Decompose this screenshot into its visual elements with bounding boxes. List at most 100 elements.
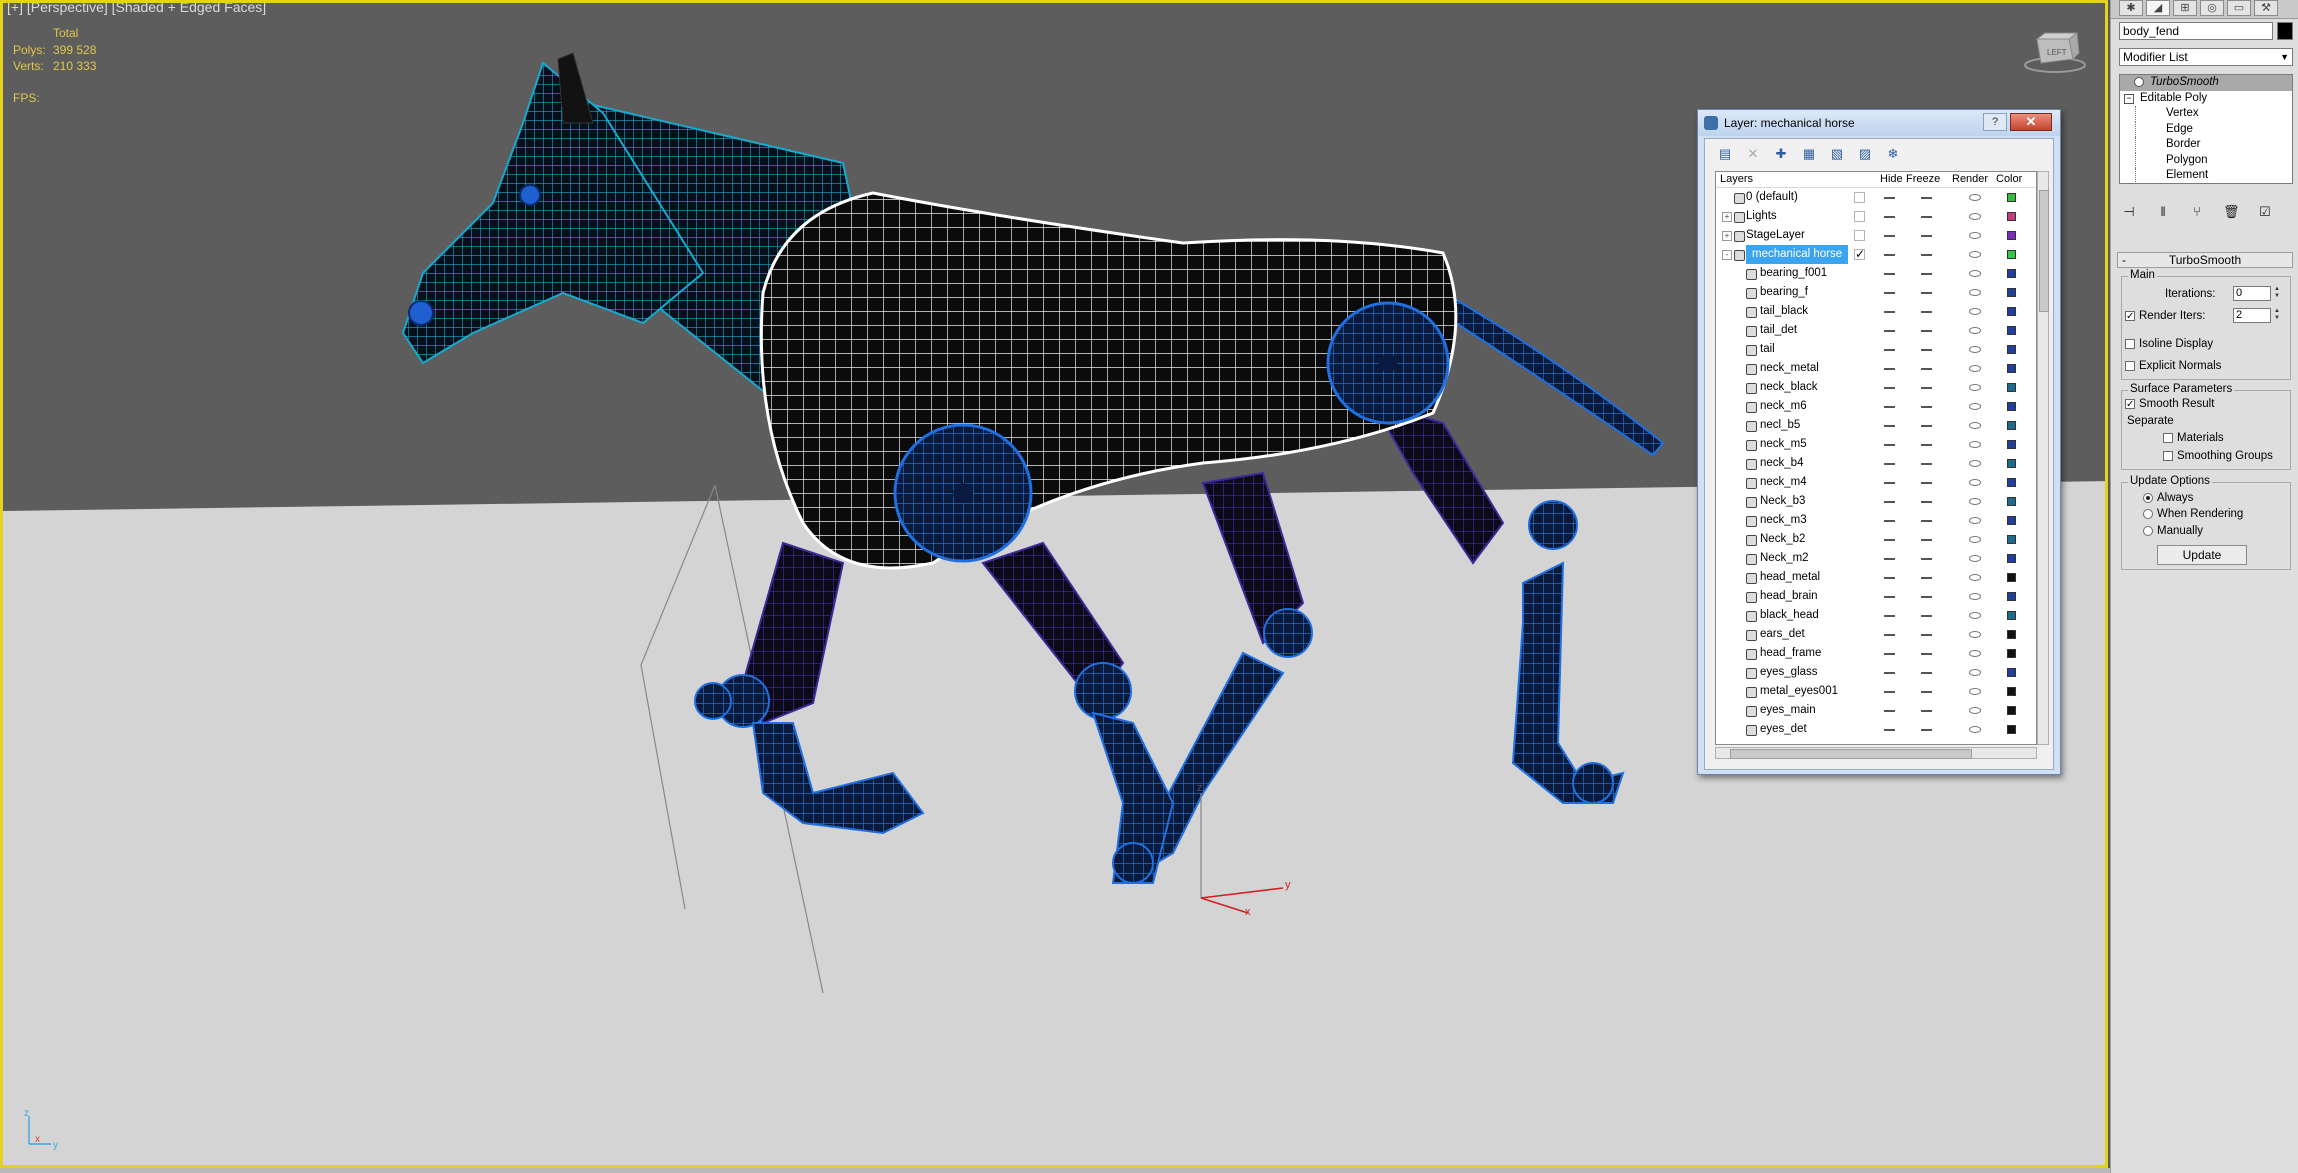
hide-toggle[interactable]: [1884, 596, 1895, 598]
render-teapot-icon[interactable]: [1969, 308, 1981, 315]
modify-tab-icon[interactable]: ◢: [2146, 0, 2170, 16]
configure-modifier-sets-icon[interactable]: ☑: [2257, 204, 2273, 220]
render-teapot-icon[interactable]: [1969, 593, 1981, 600]
add-to-layer-icon[interactable]: ✚: [1771, 145, 1791, 163]
hide-toggle[interactable]: [1884, 387, 1895, 389]
hide-toggle[interactable]: [1884, 368, 1895, 370]
utilities-tab-icon[interactable]: ⚒: [2254, 0, 2278, 16]
freeze-toggle[interactable]: [1921, 520, 1932, 522]
render-teapot-icon[interactable]: [1969, 213, 1981, 220]
hide-toggle[interactable]: [1884, 254, 1895, 256]
layer-row[interactable]: head_brain: [1716, 587, 2036, 606]
render-teapot-icon[interactable]: [1969, 631, 1981, 638]
render-iters-spinner[interactable]: 2: [2233, 308, 2271, 323]
layer-color-swatch[interactable]: [2007, 421, 2016, 430]
layer-row[interactable]: ears_det: [1716, 625, 2036, 644]
viewcube[interactable]: LEFT: [2023, 29, 2087, 80]
layer-row[interactable]: necl_b5: [1716, 416, 2036, 435]
freeze-all-icon[interactable]: ❄: [1883, 145, 1903, 163]
render-teapot-icon[interactable]: [1969, 574, 1981, 581]
hide-toggle[interactable]: [1884, 577, 1895, 579]
stack-subobject-element[interactable]: Element: [2135, 168, 2292, 184]
update-always-row[interactable]: Always: [2143, 492, 2193, 504]
layer-row[interactable]: tail_black: [1716, 302, 2036, 321]
turbosmooth-rollout-header[interactable]: - TurboSmooth: [2117, 252, 2293, 268]
render-iters-checkbox[interactable]: ✓: [2125, 310, 2135, 321]
collapse-icon[interactable]: -: [1722, 250, 1732, 260]
render-teapot-icon[interactable]: [1969, 555, 1981, 562]
hide-toggle[interactable]: [1884, 653, 1895, 655]
hide-toggle[interactable]: [1884, 615, 1895, 617]
hide-toggle[interactable]: [1884, 520, 1895, 522]
freeze-toggle[interactable]: [1921, 330, 1932, 332]
layer-color-swatch[interactable]: [2007, 687, 2016, 696]
pin-stack-icon[interactable]: ⊣: [2121, 204, 2137, 220]
layer-name[interactable]: neck_b4: [1760, 454, 1803, 473]
layer-name[interactable]: StageLayer: [1746, 226, 1805, 245]
hide-toggle[interactable]: [1884, 425, 1895, 427]
modifier-list-dropdown[interactable]: Modifier List ▼: [2119, 48, 2293, 66]
render-teapot-icon[interactable]: [1969, 441, 1981, 448]
layer-row[interactable]: eyes_glass: [1716, 663, 2036, 682]
layer-name[interactable]: head_frame: [1760, 644, 1821, 663]
layer-color-swatch[interactable]: [2007, 668, 2016, 677]
isoline-display-checkbox[interactable]: [2125, 338, 2135, 349]
layer-color-swatch[interactable]: [2007, 212, 2016, 221]
smooth-result-checkbox[interactable]: ✓: [2125, 398, 2135, 409]
layer-name[interactable]: Neck_b3: [1760, 492, 1805, 511]
render-teapot-icon[interactable]: [1969, 327, 1981, 334]
layer-color-swatch[interactable]: [2007, 554, 2016, 563]
hide-toggle[interactable]: [1884, 235, 1895, 237]
freeze-toggle[interactable]: [1921, 235, 1932, 237]
layer-name[interactable]: mechanical horse: [1746, 245, 1849, 264]
freeze-toggle[interactable]: [1921, 634, 1932, 636]
render-teapot-icon[interactable]: [1969, 289, 1981, 296]
layer-color-swatch[interactable]: [2007, 440, 2016, 449]
layer-row[interactable]: + Lights: [1716, 207, 2036, 226]
smooth-result-row[interactable]: ✓ Smooth Result: [2125, 398, 2214, 410]
layer-color-swatch[interactable]: [2007, 459, 2016, 468]
create-tab-icon[interactable]: ✱: [2119, 0, 2143, 16]
layer-row[interactable]: Neck_b3: [1716, 492, 2036, 511]
layer-color-swatch[interactable]: [2007, 706, 2016, 715]
current-layer-checkbox[interactable]: [1854, 211, 1865, 222]
close-button[interactable]: ✕: [2010, 113, 2052, 131]
layer-color-swatch[interactable]: [2007, 193, 2016, 202]
layer-name[interactable]: metal_eyes001: [1760, 682, 1838, 701]
layer-color-swatch[interactable]: [2007, 725, 2016, 734]
remove-modifier-icon[interactable]: 🗑: [2223, 204, 2240, 220]
layer-row[interactable]: Neck_m2: [1716, 549, 2036, 568]
layer-name[interactable]: eyes_det: [1760, 720, 1807, 739]
freeze-toggle[interactable]: [1921, 558, 1932, 560]
layer-name[interactable]: ears_det: [1760, 625, 1805, 644]
render-teapot-icon[interactable]: [1969, 517, 1981, 524]
freeze-toggle[interactable]: [1921, 368, 1932, 370]
isoline-display-row[interactable]: Isoline Display: [2125, 338, 2213, 350]
layer-name[interactable]: Lights: [1746, 207, 1777, 226]
render-teapot-icon[interactable]: [1969, 707, 1981, 714]
freeze-toggle[interactable]: [1921, 710, 1932, 712]
hide-toggle[interactable]: [1884, 216, 1895, 218]
layer-row[interactable]: bearing_f001: [1716, 264, 2036, 283]
column-hide[interactable]: Hide: [1880, 172, 1903, 187]
render-teapot-icon[interactable]: [1969, 422, 1981, 429]
layer-color-swatch[interactable]: [2007, 383, 2016, 392]
layer-vertical-scrollbar[interactable]: [2037, 171, 2049, 745]
freeze-toggle[interactable]: [1921, 653, 1932, 655]
freeze-toggle[interactable]: [1921, 406, 1932, 408]
layer-row[interactable]: eyes_main: [1716, 701, 2036, 720]
render-teapot-icon[interactable]: [1969, 194, 1981, 201]
layer-color-swatch[interactable]: [2007, 231, 2016, 240]
update-button[interactable]: Update: [2157, 545, 2247, 565]
current-layer-checkbox[interactable]: [1854, 192, 1865, 203]
render-teapot-icon[interactable]: [1969, 688, 1981, 695]
hide-all-icon[interactable]: ▨: [1855, 145, 1875, 163]
spinner-arrows-icon[interactable]: ▲ ▼: [2273, 308, 2281, 323]
hide-toggle[interactable]: [1884, 482, 1895, 484]
freeze-toggle[interactable]: [1921, 463, 1932, 465]
hide-toggle[interactable]: [1884, 311, 1895, 313]
current-layer-checkmark-icon[interactable]: ✓: [1854, 248, 1865, 260]
render-teapot-icon[interactable]: [1969, 365, 1981, 372]
render-teapot-icon[interactable]: [1969, 536, 1981, 543]
display-tab-icon[interactable]: ▭: [2227, 0, 2251, 16]
